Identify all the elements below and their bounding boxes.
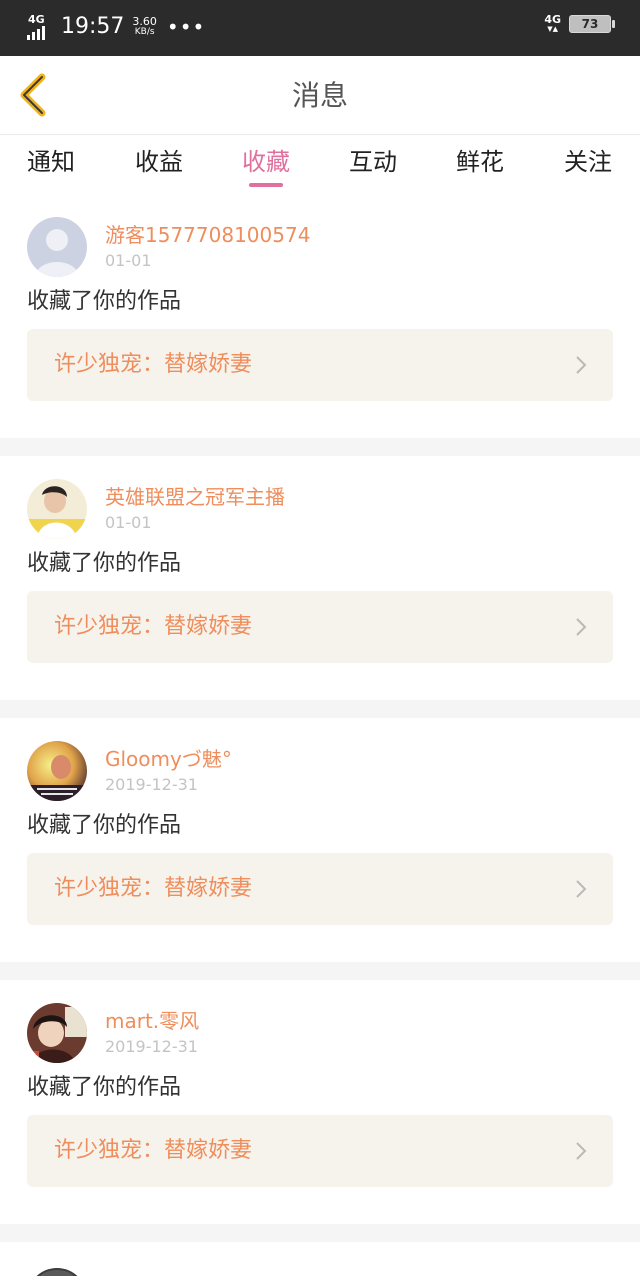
work-title: 许少独宠：替嫁娇妻: [54, 352, 253, 377]
action-text: 收藏了你的作品: [27, 289, 182, 314]
network-type-right: 4G: [544, 13, 561, 26]
tab-notifications[interactable]: 通知: [11, 145, 91, 179]
username[interactable]: 英雄联盟之冠军主播: [105, 484, 285, 510]
mobile-data-icon: 4G ▼▲: [544, 13, 561, 33]
tab-earnings[interactable]: 收益: [119, 145, 199, 179]
status-bar: 4G 19:57 3.60 KB/s ••• 4G ▼▲ 73: [0, 0, 640, 56]
signal-icon: 4G: [27, 14, 55, 40]
tab-flowers[interactable]: 鲜花: [440, 145, 520, 179]
work-link[interactable]: 许少独宠：替嫁娇妻: [27, 853, 613, 925]
user-photo-icon: [27, 1268, 87, 1276]
chevron-right-icon: [576, 356, 587, 374]
divider: [0, 700, 640, 718]
active-tab-indicator: [249, 183, 283, 187]
avatar[interactable]: [27, 741, 87, 801]
username[interactable]: mart.零风: [105, 1008, 199, 1034]
chevron-right-icon: [576, 1142, 587, 1160]
avatar[interactable]: [27, 479, 87, 539]
avatar[interactable]: [27, 217, 87, 277]
more-notifications-icon: •••: [166, 15, 206, 39]
action-text: 收藏了你的作品: [27, 1075, 182, 1100]
chevron-right-icon: [576, 618, 587, 636]
network-speed-unit: KB/s: [134, 27, 155, 37]
username[interactable]: Gloomyづ魅°: [105, 746, 232, 772]
username[interactable]: 游客1577708100574: [105, 222, 310, 248]
work-title: 许少独宠：替嫁娇妻: [54, 1138, 253, 1163]
chevron-right-icon: [576, 880, 587, 898]
timestamp: 2019-12-31: [105, 775, 198, 794]
tab-favorites[interactable]: 收藏: [226, 145, 306, 179]
divider: [0, 1224, 640, 1242]
tab-interactions[interactable]: 互动: [333, 145, 413, 179]
timestamp: 2019-12-31: [105, 1037, 198, 1056]
timestamp: 01-01: [105, 251, 152, 270]
user-photo-icon: [27, 479, 87, 539]
work-link[interactable]: 许少独宠：替嫁娇妻: [27, 591, 613, 663]
divider: [0, 438, 640, 456]
status-left: 4G 19:57 3.60 KB/s •••: [27, 12, 205, 42]
page-title: 消息: [291, 79, 348, 112]
work-link[interactable]: 许少独宠：替嫁娇妻: [27, 329, 613, 401]
work-link[interactable]: 许少独宠：替嫁娇妻: [27, 1115, 613, 1187]
action-text: 收藏了你的作品: [27, 551, 182, 576]
tab-bar: 通知 收益 收藏 互动 鲜花 关注: [0, 135, 640, 191]
status-right: 4G ▼▲ 73: [544, 13, 615, 33]
list-item: Gloomyづ魅° 2019-12-31 收藏了你的作品 许少独宠：替嫁娇妻: [0, 724, 640, 968]
divider: [0, 962, 640, 980]
network-speed: 3.60 KB/s: [132, 16, 157, 38]
network-speed-value: 3.60: [132, 15, 157, 28]
work-title: 许少独宠：替嫁娇妻: [54, 876, 253, 901]
list-item: 英雄联盟之冠军主播 01-01 收藏了你的作品 许少独宠：替嫁娇妻: [0, 462, 640, 706]
default-user-icon: [27, 217, 87, 277]
action-text: 收藏了你的作品: [27, 813, 182, 838]
list-item: [0, 1242, 640, 1276]
timestamp: 01-01: [105, 513, 152, 532]
user-photo-icon: [27, 1003, 87, 1063]
list-item: 游客1577708100574 01-01 收藏了你的作品 许少独宠：替嫁娇妻: [0, 200, 640, 444]
avatar[interactable]: [27, 1268, 87, 1276]
status-time: 19:57: [61, 14, 125, 39]
work-title: 许少独宠：替嫁娇妻: [54, 614, 253, 639]
network-type-left: 4G: [28, 13, 45, 26]
tab-following[interactable]: 关注: [548, 145, 628, 179]
header: 消息: [0, 56, 640, 135]
user-photo-icon: [27, 741, 87, 801]
battery-icon: 73: [569, 14, 615, 33]
avatar[interactable]: [27, 1003, 87, 1063]
list-item: mart.零风 2019-12-31 收藏了你的作品 许少独宠：替嫁娇妻: [0, 986, 640, 1230]
